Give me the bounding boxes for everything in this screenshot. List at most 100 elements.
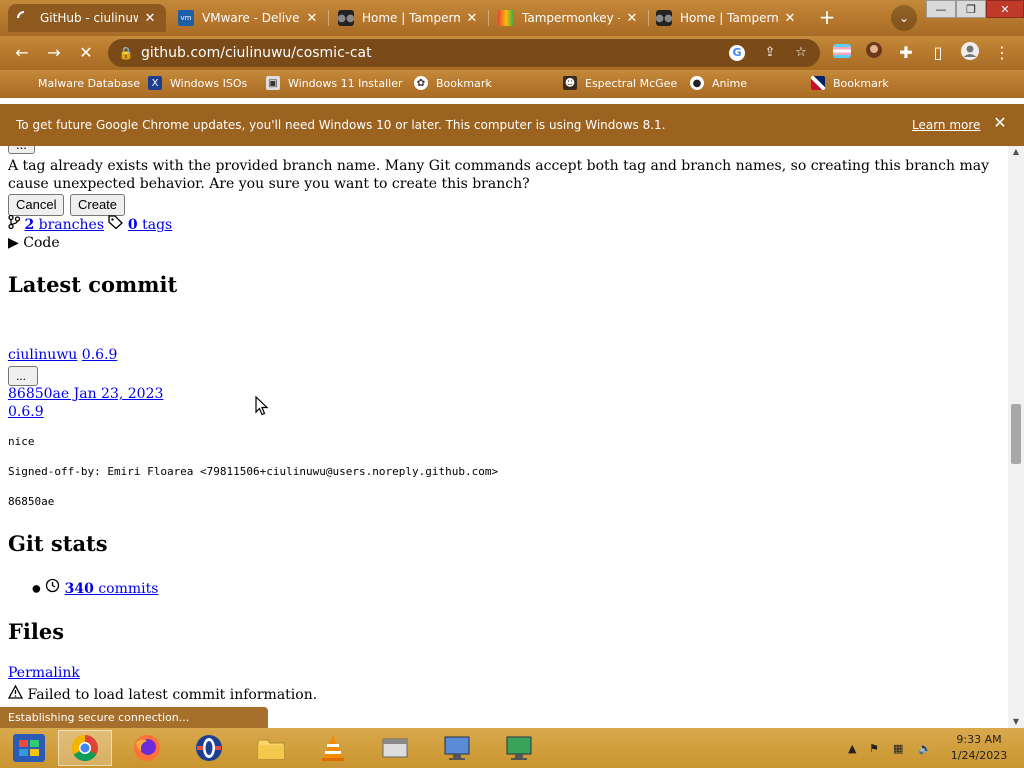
loading-spinner-icon xyxy=(16,10,32,26)
menu-kebab-icon[interactable]: ⋮ xyxy=(990,41,1014,65)
volume-icon[interactable]: 🔈 xyxy=(918,742,932,755)
tab-tampermonkey-webstore[interactable]: Tampermonkey - C ✕ xyxy=(490,4,648,32)
address-bar[interactable]: 🔒 github.com/ciulinuwu/cosmic-cat G ⇪ ☆ xyxy=(108,39,820,67)
browser-toolbar: ← → ✕ 🔒 github.com/ciulinuwu/cosmic-cat … xyxy=(0,36,1024,70)
learn-more-link[interactable]: Learn more xyxy=(912,118,980,132)
bookmark-malware-database[interactable]: Malware Database xyxy=(16,76,140,90)
commit-tag-link[interactable]: 0.6.9 xyxy=(8,404,44,420)
tab-search-button[interactable]: ⌄ xyxy=(891,5,917,31)
commits-link[interactable]: 340 commits xyxy=(65,581,159,597)
commit-hash-date-link[interactable]: 86850ae Jan 23, 2023 xyxy=(8,386,163,402)
tab-title: VMware - Deliver xyxy=(202,11,300,25)
history-icon xyxy=(45,578,64,597)
close-icon[interactable]: ✕ xyxy=(624,11,640,26)
taskbar-remote-desktop[interactable] xyxy=(430,730,484,766)
failed-load-text: Failed to load latest commit information… xyxy=(27,687,318,703)
bookmark-placeholder-1[interactable]: ✿ Bookmark xyxy=(414,76,492,90)
show-hidden-icons-icon[interactable]: ▲ xyxy=(848,742,856,755)
taskbar-opera[interactable] xyxy=(182,730,236,766)
taskbar-vmware[interactable] xyxy=(492,730,546,766)
start-button[interactable] xyxy=(2,730,56,766)
tab-title: Home | Tamperm xyxy=(680,11,778,25)
tab-vmware[interactable]: vm VMware - Deliver ✕ xyxy=(170,4,328,32)
bookmark-placeholder-2[interactable]: Bookmark xyxy=(811,76,889,90)
branch-warning-text: A tag already exists with the provided b… xyxy=(8,158,990,192)
lock-icon[interactable]: 🔒 xyxy=(118,45,134,61)
webstore-icon xyxy=(498,10,514,26)
avatar-icon: ☻ xyxy=(563,76,577,90)
google-lens-icon[interactable]: G xyxy=(729,45,745,61)
bookmark-espectral-mcgee[interactable]: ☻ Espectral McGee xyxy=(563,76,677,90)
bookmark-windows-isos[interactable]: X Windows ISOs xyxy=(148,76,247,90)
commits-list-item: ● 340 commits xyxy=(32,578,159,597)
branches-link[interactable]: 2 branches xyxy=(24,217,104,233)
scroll-down-arrow-icon[interactable]: ▼ xyxy=(1008,716,1024,728)
taskbar-app[interactable] xyxy=(368,730,422,766)
bookmark-anime[interactable]: ● Anime xyxy=(690,76,747,90)
vmware-icon: vm xyxy=(178,10,194,26)
overflow-button[interactable]: ... xyxy=(8,146,35,154)
tampermonkey-icon: ●● xyxy=(337,10,355,26)
forward-button[interactable]: → xyxy=(42,41,66,65)
permalink-link[interactable]: Permalink xyxy=(8,665,80,681)
status-bubble: Establishing secure connection... xyxy=(0,707,268,728)
bookmark-label: Espectral McGee xyxy=(585,76,678,90)
commit-author-row: ciulinuwu 0.6.9 xyxy=(8,347,117,363)
page-scrollbar[interactable]: ▲ ▼ xyxy=(1008,146,1024,728)
minimize-button[interactable]: — xyxy=(926,0,956,18)
back-button[interactable]: ← xyxy=(10,41,34,65)
maximize-button[interactable]: ❐ xyxy=(956,0,986,18)
expand-commit-button[interactable]: ... xyxy=(8,366,38,386)
extensions-puzzle-icon[interactable]: ✚ xyxy=(894,41,918,65)
close-window-button[interactable]: ✕ xyxy=(986,0,1024,18)
taskbar-chrome[interactable] xyxy=(58,730,112,766)
url-text[interactable]: github.com/ciulinuwu/cosmic-cat xyxy=(141,45,372,61)
site-icon: ✿ xyxy=(414,76,428,90)
scrollbar-thumb[interactable] xyxy=(1011,404,1021,464)
action-center-flag-icon[interactable]: ⚑ xyxy=(869,742,879,755)
alert-icon xyxy=(7,684,27,703)
stop-loading-button[interactable]: ✕ xyxy=(74,41,98,65)
tab-title: Home | Tampermo xyxy=(362,11,460,25)
trans-flag-extension-icon[interactable] xyxy=(830,41,854,65)
cancel-button[interactable]: Cancel xyxy=(8,194,65,216)
profile-avatar-icon[interactable] xyxy=(958,41,982,65)
tab-strip: GitHub - ciulinuwu ✕ vm VMware - Deliver… xyxy=(0,0,1024,36)
taskbar-vlc[interactable] xyxy=(306,730,360,766)
close-icon[interactable]: ✕ xyxy=(992,115,1008,131)
close-icon[interactable]: ✕ xyxy=(782,11,798,26)
new-tab-button[interactable]: + xyxy=(815,5,839,29)
tab-tampermonkey-home[interactable]: ●● Home | Tampermo ✕ xyxy=(330,4,488,32)
code-disclosure[interactable]: ▶ Code xyxy=(8,235,60,251)
tab-title: Tampermonkey - C xyxy=(522,11,620,25)
bookmark-label: Windows 11 Installer xyxy=(288,76,403,90)
taskbar-firefox[interactable] xyxy=(120,730,174,766)
code-summary-label: Code xyxy=(23,235,60,251)
bookmark-star-icon[interactable]: ☆ xyxy=(793,45,809,61)
clock-time: 9:33 AM xyxy=(956,733,1002,746)
close-icon[interactable]: ✕ xyxy=(464,11,480,26)
bookmark-windows-11-installer[interactable]: ▣ Windows 11 Installer xyxy=(266,76,403,90)
close-icon[interactable]: ✕ xyxy=(304,11,320,26)
share-icon[interactable]: ⇪ xyxy=(762,45,778,61)
tab-github[interactable]: GitHub - ciulinuwu ✕ xyxy=(8,4,166,32)
scroll-up-arrow-icon[interactable]: ▲ xyxy=(1008,146,1024,158)
bookmark-label: Bookmark xyxy=(833,76,889,90)
commit-version-link[interactable]: 0.6.9 xyxy=(82,347,118,363)
side-panel-icon[interactable]: ▯ xyxy=(926,41,950,65)
network-icon[interactable]: ▦ xyxy=(893,742,903,755)
create-button[interactable]: Create xyxy=(70,194,126,216)
taskbar-file-explorer[interactable] xyxy=(244,730,298,766)
bookmark-label: Anime xyxy=(712,76,748,90)
mouse-cursor-icon xyxy=(255,395,269,419)
tab-tampermonkey-home-2[interactable]: ●● Home | Tamperm ✕ xyxy=(648,4,806,32)
close-icon[interactable]: ✕ xyxy=(142,11,158,26)
commit-author-link[interactable]: ciulinuwu xyxy=(8,347,77,363)
x-icon: X xyxy=(148,76,162,90)
system-clock[interactable]: 9:33 AM 1/24/2023 xyxy=(944,732,1014,764)
uk-flag-icon xyxy=(811,76,825,90)
branches-tags-row: 2 branches 0 tags xyxy=(8,214,172,233)
tags-link[interactable]: 0 tags xyxy=(128,217,172,233)
profile-extension-icon[interactable] xyxy=(862,41,886,65)
tab-title: GitHub - ciulinuwu xyxy=(40,11,138,25)
